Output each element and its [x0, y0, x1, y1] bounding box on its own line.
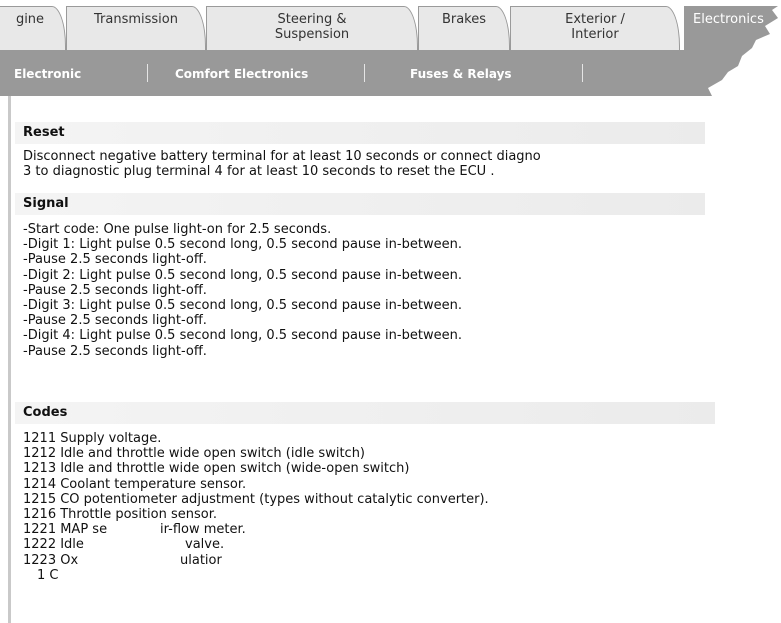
code-line: 1223 Ox [23, 552, 79, 568]
code-line: 1213 Idle and throttle wide open switch … [23, 461, 410, 477]
tab-exterior-label-line2: Interior [571, 27, 619, 42]
signal-text: -Start code: One pulse light-on for 2.5 … [23, 222, 462, 359]
code-line: 1215 CO potentiometer adjustment (types … [23, 491, 489, 507]
section-heading-codes: Codes [15, 402, 715, 424]
tab-electronics[interactable]: Electronics [684, 6, 781, 50]
section-heading-signal: Signal [15, 193, 705, 215]
signal-line: -Digit 1: Light pulse 0.5 second long, 0… [23, 237, 462, 253]
code-line: 1211 Supply voltage. [23, 431, 162, 446]
code-fragment: valve. [185, 537, 225, 553]
signal-line: -Pause 2.5 seconds light-off. [23, 313, 207, 329]
subnav-divider [582, 64, 583, 82]
tab-steering-suspension[interactable]: Steering & Suspension [206, 6, 418, 50]
code-fragment: ir-flow meter. [160, 522, 246, 538]
reset-line: Disconnect negative battery terminal for… [23, 149, 541, 164]
tab-brakes-label: Brakes [441, 12, 487, 27]
tab-brakes[interactable]: Brakes [418, 6, 510, 50]
section-heading-reset: Reset [15, 122, 705, 144]
signal-line: -Pause 2.5 seconds light-off. [23, 343, 207, 359]
reset-line: 3 to diagnostic plug terminal 4 for at l… [23, 164, 495, 180]
code-line: 1216 Throttle position sensor. [23, 506, 217, 522]
tab-steering-label-line2: Suspension [274, 27, 350, 42]
tab-transmission-label: Transmission [94, 12, 178, 27]
code-fragment: ulatior [180, 552, 222, 568]
tab-electronics-label: Electronics [693, 12, 764, 27]
tab-transmission[interactable]: Transmission [66, 6, 206, 50]
page: gine Transmission Steering & Suspension … [0, 0, 781, 623]
codes-text: 1211 Supply voltage. 1212 Idle and throt… [23, 431, 489, 583]
reset-text: Disconnect negative battery terminal for… [23, 149, 541, 179]
tab-exterior-interior[interactable]: Exterior / Interior [510, 6, 680, 50]
tab-steering-label-line1: Steering & [277, 12, 347, 27]
content-area: Reset Disconnect negative battery termin… [0, 96, 781, 623]
subnav-divider [147, 64, 148, 82]
subnav-fuses-relays[interactable]: Fuses & Relays [410, 67, 512, 81]
tab-engine-label: gine [15, 12, 45, 27]
content-left-border [8, 96, 11, 623]
code-line: 1221 MAP se [23, 522, 108, 538]
tab-exterior-label-line1: Exterior / [565, 12, 625, 27]
subnav-divider [364, 64, 365, 82]
main-tab-bar: gine Transmission Steering & Suspension … [0, 0, 781, 50]
subnav-electronic[interactable]: Electronic [14, 67, 81, 81]
sub-navigation: Electronic Comfort Electronics Fuses & R… [0, 50, 781, 98]
signal-line: -Start code: One pulse light-on for 2.5 … [23, 222, 332, 237]
signal-line: -Digit 3: Light pulse 0.5 second long, 0… [23, 297, 462, 313]
signal-line: -Pause 2.5 seconds light-off. [23, 252, 207, 268]
signal-line: -Digit 2: Light pulse 0.5 second long, 0… [23, 267, 462, 283]
signal-line: -Digit 4: Light pulse 0.5 second long, 0… [23, 328, 462, 344]
signal-line: -Pause 2.5 seconds light-off. [23, 282, 207, 298]
code-line: 1222 Idle [23, 537, 84, 553]
tab-engine[interactable]: gine [0, 6, 66, 50]
subnav-comfort-electronics[interactable]: Comfort Electronics [175, 67, 308, 81]
code-line: 1212 Idle and throttle wide open switch … [23, 446, 366, 462]
code-line: 1 C [37, 567, 59, 583]
code-line: 1214 Coolant temperature sensor. [23, 476, 247, 492]
